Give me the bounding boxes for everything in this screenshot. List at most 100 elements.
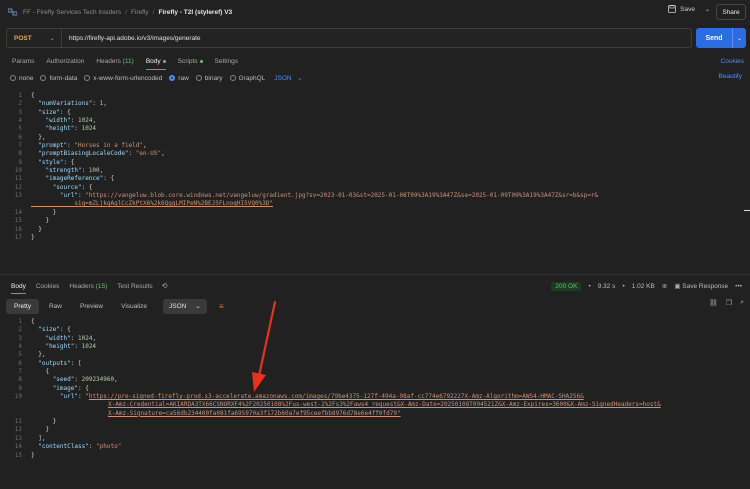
more-options-icon[interactable]: ••• [735, 283, 742, 290]
request-body-editor[interactable]: 1{2 "numVariations": 1, 3 "size": {4 "wid… [0, 92, 744, 242]
response-body-line: 14 "contentClass": "photo" [0, 443, 744, 451]
line-number [0, 401, 22, 409]
cookies-link[interactable]: Cookies [721, 58, 744, 65]
view-visualize-button[interactable]: Visualize [113, 299, 155, 314]
save-response-icon: ▣ [674, 283, 681, 290]
send-options-chevron-icon[interactable]: ⌄ [732, 28, 746, 48]
copy-icon[interactable]: ❐ [726, 299, 732, 307]
share-button[interactable]: Share [716, 4, 746, 20]
radio-none-label: none [19, 74, 34, 82]
code-text: "size": { [38, 108, 71, 116]
line-number: 14 [14, 208, 22, 216]
radio-circle [10, 75, 16, 81]
response-size-separator: • [622, 282, 625, 290]
radio-raw[interactable]: raw [169, 75, 189, 82]
editor-scroll-marker [744, 210, 750, 211]
tab-response-headers[interactable]: Headers (15) [64, 279, 112, 293]
radio-binary-label: binary [204, 74, 223, 82]
line-number: 2 [18, 100, 22, 108]
code-text: { [31, 318, 35, 325]
request-body-line: 6 }, [0, 134, 744, 142]
request-body-line: 1{ [0, 92, 744, 100]
chevron-down-icon: ⌄ [195, 303, 201, 310]
response-body-viewer[interactable]: 1{2 "size": {3 "width": 1024, 4 "height":… [0, 318, 744, 460]
radio-binary[interactable]: binary [195, 74, 223, 82]
response-body-line: 12 } [0, 426, 744, 434]
tab-body[interactable]: Body [140, 53, 172, 70]
radio-none[interactable]: none [10, 75, 33, 82]
breadcrumb-item-collection[interactable]: FF - Firefly Services Tech Insiders [23, 9, 121, 16]
request-body-line: 13 "url": "https://vangeluw.blob.core.wi… [0, 192, 744, 200]
history-icon[interactable]: ⟲ [162, 282, 168, 290]
tab-test-results[interactable]: Test Results [112, 279, 157, 293]
tab-response-headers-label: Headers [69, 282, 94, 290]
body-format-select[interactable]: JSON ⌄ [274, 74, 302, 82]
response-format-select[interactable]: JSON ⌄ [163, 298, 207, 314]
view-preview-button[interactable]: Preview [72, 299, 111, 314]
breadcrumb-separator: / [125, 8, 127, 16]
request-body-line: 8 "promptBiasingLocaleCode": "en-US", [0, 150, 744, 158]
response-body-line: 8 "seed": 209234960, [0, 376, 744, 384]
chevron-down-icon: ⌄ [49, 35, 55, 42]
line-number: 17 [14, 233, 22, 241]
line-number: 12 [14, 183, 22, 191]
breadcrumb-item-folder[interactable]: Firefly [131, 9, 149, 16]
send-button[interactable]: Send [696, 35, 732, 42]
view-pretty-button[interactable]: Pretty [6, 298, 39, 314]
search-icon[interactable]: ⌕ [740, 299, 744, 307]
radio-circle-selected [169, 75, 176, 81]
response-size[interactable]: 1.02 KB [632, 283, 655, 290]
code-text: "height": 1024 [45, 125, 97, 133]
request-tabs: Params Authorization Headers (11) Body S… [6, 53, 746, 70]
save-button[interactable]: Save ⌄ [668, 5, 710, 13]
code-text: "image": { [52, 384, 89, 392]
view-raw-button[interactable]: Raw [41, 299, 70, 314]
tab-authorization[interactable]: Authorization [40, 53, 90, 69]
line-number: 1 [18, 318, 22, 325]
tab-scripts[interactable]: Scripts [172, 53, 209, 69]
chevron-down-icon[interactable]: ⌄ [705, 6, 710, 13]
code-text: "style": { [38, 158, 75, 166]
line-number: 11 [14, 418, 22, 426]
link-icon[interactable]: ⛓ [709, 299, 718, 307]
radio-urlencoded[interactable]: x-www-form-urlencoded [84, 75, 162, 82]
breadcrumb-current-request[interactable]: Firefly - T2I (styleref) V3 [158, 9, 232, 16]
line-number: 16 [14, 225, 22, 233]
http-request-icon [8, 8, 17, 16]
response-body-line: 1{ [0, 318, 744, 326]
response-body-line: 3 "width": 1024, [0, 335, 744, 343]
response-body-line: 5 }, [0, 351, 744, 359]
response-body-line: 9 "image": { [0, 385, 744, 393]
tab-response-body[interactable]: Body [6, 279, 31, 294]
radio-form-data[interactable]: form-data [40, 75, 77, 82]
response-time[interactable]: 9.32 s [598, 283, 616, 290]
url-input[interactable]: https://firefly-api.adobe.io/v3/images/g… [62, 35, 201, 42]
tab-response-cookies[interactable]: Cookies [31, 279, 64, 293]
tab-params[interactable]: Params [6, 53, 40, 69]
code-text: "width": 1024, [45, 334, 97, 342]
request-body-line: 11 "imageReference": { [0, 175, 744, 183]
status-badge[interactable]: 200 OK [551, 281, 582, 291]
tab-settings[interactable]: Settings [209, 53, 245, 69]
code-text: "height": 1024 [45, 343, 97, 351]
radio-circle [84, 75, 91, 81]
code-text: } [31, 426, 50, 434]
tab-headers[interactable]: Headers (11) [90, 53, 139, 69]
radio-graphql[interactable]: GraphQL [229, 75, 265, 82]
line-number: 8 [18, 376, 22, 384]
line-number [0, 200, 22, 208]
network-globe-icon[interactable]: ⊕ [662, 282, 667, 290]
code-text: "promptBiasingLocaleCode": "en-US", [38, 150, 165, 158]
method-select[interactable]: POST ⌄ [7, 29, 62, 47]
response-body-line: X-Amz-Signature=ca56db234400fa081fa69597… [0, 410, 744, 418]
pane-divider[interactable] [0, 274, 750, 275]
wrap-lines-icon[interactable]: ≡ [215, 300, 228, 313]
code-text: X-Amz-Signature=ca56db234400fa081fa69597… [108, 409, 401, 417]
tab-response-cookies-label: Cookies [35, 282, 60, 290]
save-response-button[interactable]: ▣ Save Response [674, 282, 728, 290]
request-body-line: 9 "style": { [0, 159, 744, 167]
beautify-link[interactable]: Beautify [719, 73, 743, 80]
request-body-line: 10 "strength": 100, [0, 167, 744, 175]
response-body-line: 4 "height": 1024 [0, 343, 744, 351]
request-body-line: 4 "width": 1024, [0, 117, 744, 125]
